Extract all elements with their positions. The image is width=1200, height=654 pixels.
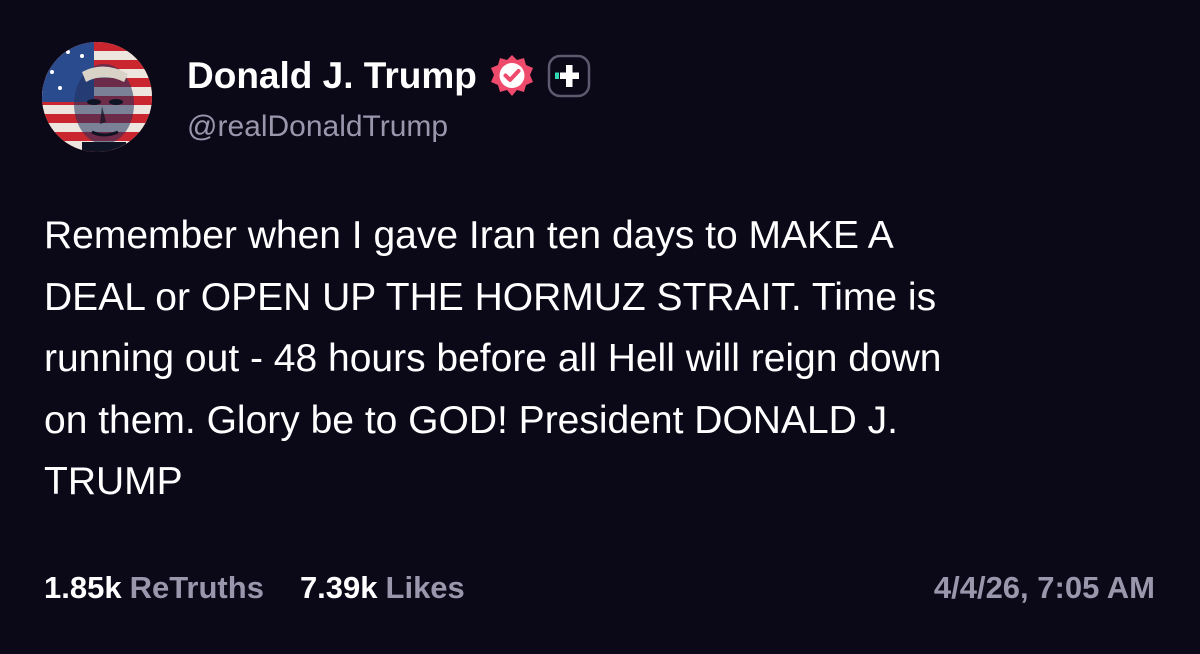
post-line: Remember when I gave Iran ten days to MA… — [44, 214, 894, 257]
likes-label: Likes — [385, 570, 465, 605]
retruths-count: 1.85k — [44, 570, 122, 605]
likes-count: 7.39k — [299, 570, 378, 605]
retruths-label: ReTruths — [129, 570, 264, 605]
post-timestamp[interactable]: 4/4/26, 7:05 AM — [934, 570, 1155, 606]
truth-post: Donald J. Trump @realDonaldTrump Remembe… — [0, 0, 1200, 654]
name-row: Donald J. Trump — [187, 52, 591, 100]
verified-badge-icon — [489, 53, 535, 99]
display-name[interactable]: Donald J. Trump — [187, 55, 477, 97]
post-stats: 1.85k ReTruths 7.39k Likes — [44, 570, 501, 606]
post-line: on them. Glory be to GOD! President DONA… — [44, 398, 898, 442]
user-handle[interactable]: @realDonaldTrump — [187, 110, 448, 144]
truth-plus-badge-icon — [547, 54, 591, 98]
likes-stat[interactable]: 7.39k Likes — [300, 570, 465, 606]
flag-portrait-avatar-icon — [42, 42, 152, 152]
retruths-stat[interactable]: 1.85k ReTruths — [44, 570, 264, 606]
avatar[interactable] — [42, 42, 152, 152]
post-line: DEAL or OPEN UP THE HORMUZ STRAIT. Time … — [44, 275, 937, 319]
post-line: TRUMP — [44, 460, 183, 503]
post-line: running out - 48 hours before all Hell w… — [44, 337, 942, 380]
post-body: Remember when I gave Iran ten days to MA… — [44, 205, 1164, 513]
